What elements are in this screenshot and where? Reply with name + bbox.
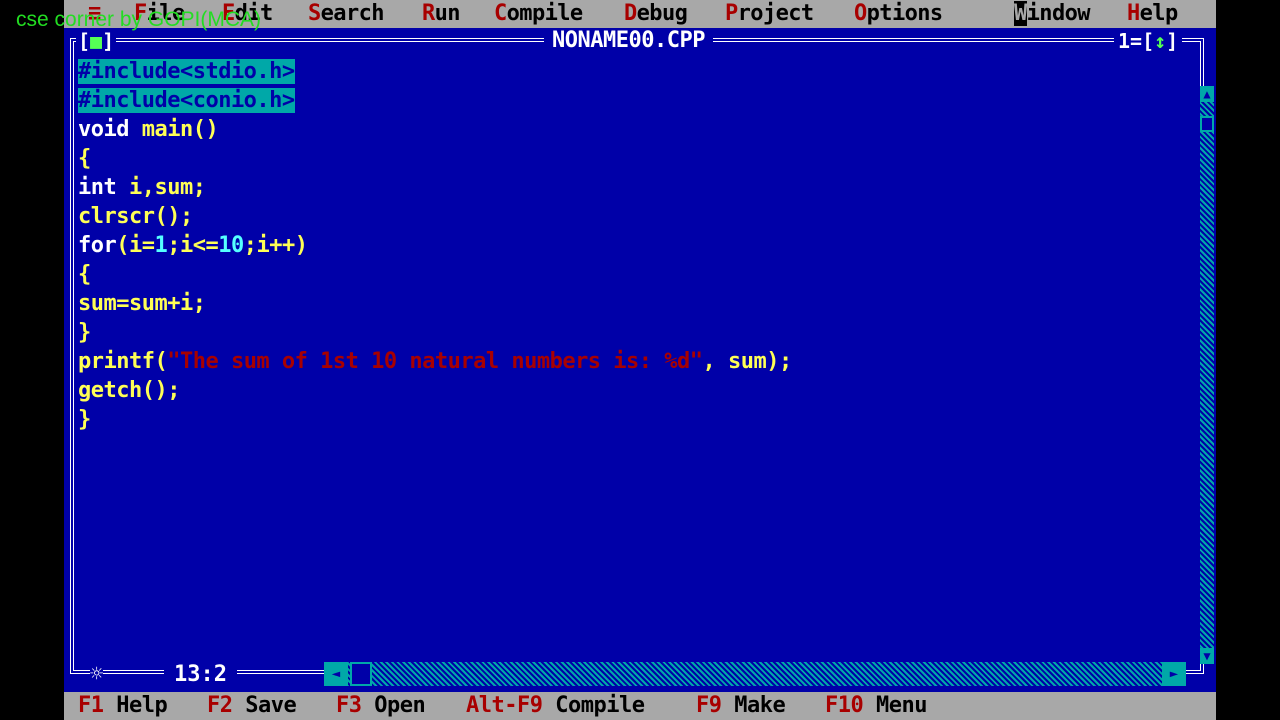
code-line-6: clrscr(); xyxy=(78,204,193,229)
code-line-9: sum=sum+i; xyxy=(78,291,206,316)
code-line-13: } xyxy=(78,407,91,432)
fkey-compile[interactable]: Alt-F9 Compile xyxy=(466,692,645,720)
function-key-bar: F1 Help F2 Save F3 Open Alt-F9 Compile F… xyxy=(64,692,1216,720)
code-line-5: int i,sum; xyxy=(78,175,206,200)
menu-window[interactable]: Window xyxy=(1014,0,1090,28)
code-line-3: void main() xyxy=(78,117,219,142)
code-line-8: { xyxy=(78,262,91,287)
menu-help[interactable]: Help xyxy=(1127,0,1178,28)
code-line-12: getch(); xyxy=(78,378,180,403)
code-line-1: #include<stdio.h> xyxy=(78,59,295,84)
fkey-help[interactable]: F1 Help xyxy=(78,692,168,720)
menu-project[interactable]: Project xyxy=(725,0,814,28)
horizontal-scrollbar[interactable]: ◄ ► xyxy=(324,662,1186,686)
horizontal-scroll-thumb[interactable] xyxy=(350,662,372,686)
code-line-11: printf("The sum of 1st 10 natural number… xyxy=(78,349,792,374)
menu-debug[interactable]: Debug xyxy=(624,0,688,28)
fkey-make[interactable]: F9 Make xyxy=(696,692,786,720)
scroll-right-icon[interactable]: ► xyxy=(1162,662,1186,686)
menu-options[interactable]: Options xyxy=(854,0,943,28)
code-editor[interactable]: #include<stdio.h> #include<conio.h> void… xyxy=(78,58,1198,658)
code-line-2: #include<conio.h> xyxy=(78,88,295,113)
turbo-c-ide: ≡ File Edit Search Run Compile Debug Pro… xyxy=(64,0,1216,720)
fkey-open[interactable]: F3 Open xyxy=(336,692,426,720)
menu-run[interactable]: Run xyxy=(422,0,461,28)
scroll-left-icon[interactable]: ◄ xyxy=(324,662,348,686)
window-status-row: ☼ 13:2 ◄ ► xyxy=(64,660,1216,690)
menu-compile[interactable]: Compile xyxy=(494,0,583,28)
code-line-7: for(i=1;i<=10;i++) xyxy=(78,233,308,258)
window-number-zoom[interactable]: 1=[↕] xyxy=(1114,28,1183,54)
code-line-10: } xyxy=(78,320,91,345)
vertical-scroll-thumb[interactable] xyxy=(1200,116,1214,132)
fkey-save[interactable]: F2 Save xyxy=(207,692,297,720)
modified-indicator-icon: ☼ xyxy=(90,660,104,690)
window-title: NONAME00.CPP xyxy=(544,28,713,54)
menu-search[interactable]: Search xyxy=(308,0,384,28)
watermark-text: cse corner by GOPI(MCA) xyxy=(16,8,262,31)
cursor-position: 13:2 xyxy=(164,660,237,690)
code-line-4: { xyxy=(78,146,91,171)
editor-window: [■] NONAME00.CPP 1=[↕] #include<stdio.h>… xyxy=(64,28,1216,692)
scroll-up-icon[interactable]: ▲ xyxy=(1200,86,1214,102)
vertical-scrollbar[interactable]: ▲ ▼ xyxy=(1200,86,1214,664)
fkey-menu[interactable]: F10 Menu xyxy=(825,692,927,720)
